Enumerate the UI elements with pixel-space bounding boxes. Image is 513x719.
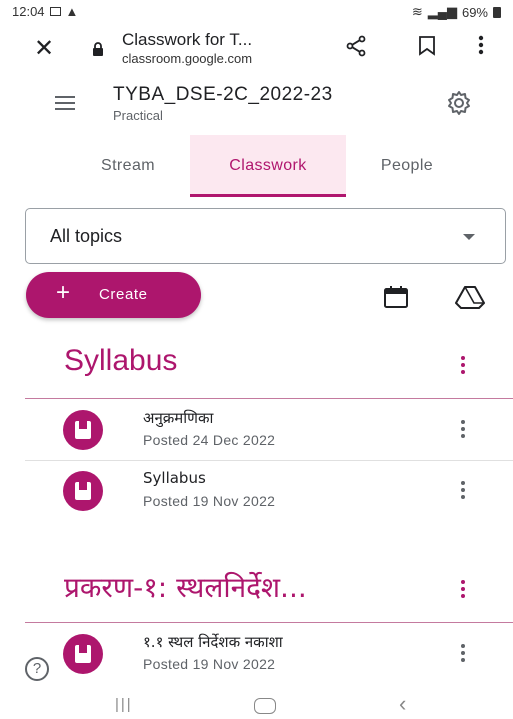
tab-people[interactable]: People (352, 135, 462, 197)
item-title: १.१ स्थल निर्देशक नकाशा (143, 633, 283, 651)
signal-icon: ▂▄▆ (427, 4, 457, 19)
tab-classwork[interactable]: Classwork (190, 135, 346, 197)
material-icon (63, 634, 103, 674)
topic-more-icon[interactable] (461, 356, 465, 377)
gallery-notification-icon (49, 7, 61, 16)
lock-icon (93, 42, 103, 56)
class-name: TYBA_DSE-2C_2022-23 (113, 84, 333, 105)
back-icon[interactable]: ‹ (399, 691, 406, 717)
topic-title-syllabus: Syllabus (64, 344, 178, 377)
list-item-anukramanika[interactable]: अनुक्रमणिका Posted 24 Dec 2022 (0, 400, 513, 460)
share-icon[interactable] (344, 34, 368, 58)
topic-filter-select[interactable]: All topics (25, 208, 506, 264)
item-posted-date: Posted 19 Nov 2022 (143, 656, 276, 672)
section-divider (25, 398, 513, 399)
item-title: Syllabus (143, 469, 206, 487)
google-drive-icon[interactable] (455, 285, 485, 309)
menu-icon[interactable] (55, 96, 75, 114)
plus-icon: + (56, 279, 71, 306)
dropdown-caret-icon (463, 234, 475, 240)
status-bar: 12:04 ▲ ≋ ▂▄▆ 69% (0, 0, 513, 24)
tab-stream[interactable]: Stream (70, 135, 186, 197)
close-icon[interactable]: ✕ (34, 34, 54, 63)
help-icon[interactable]: ? (25, 657, 49, 681)
gear-icon[interactable] (446, 90, 472, 116)
topic-more-icon[interactable] (461, 580, 465, 601)
system-nav-bar: ||| ‹ (0, 688, 513, 719)
material-icon (63, 410, 103, 450)
more-vert-icon[interactable] (478, 34, 484, 56)
url-host: classroom.google.com (122, 51, 253, 66)
create-label: Create (99, 286, 148, 303)
list-item-syllabus[interactable]: Syllabus Posted 19 Nov 2022 (0, 461, 513, 521)
home-icon[interactable] (254, 698, 276, 714)
recent-apps-icon[interactable]: ||| (115, 696, 133, 713)
page-title: Classwork for T... (122, 30, 253, 49)
wifi-icon: ≋ (411, 4, 423, 19)
bookmark-icon[interactable] (418, 36, 436, 56)
item-more-icon[interactable] (461, 481, 465, 502)
clock: 12:04 (12, 4, 45, 19)
item-title: अनुक्रमणिका (143, 409, 214, 427)
browser-toolbar: ✕ Classwork for T... classroom.google.co… (0, 24, 513, 72)
item-posted-date: Posted 24 Dec 2022 (143, 432, 276, 448)
list-item-sthal-nirdeshak-nakasha[interactable]: १.१ स्थल निर्देशक नकाशा Posted 19 Nov 20… (0, 624, 513, 684)
battery-icon (493, 6, 501, 18)
create-button[interactable]: + Create (26, 272, 201, 318)
section-divider (25, 622, 513, 623)
status-right: ≋ ▂▄▆ 69% (412, 4, 501, 20)
battery-level: 69% (461, 4, 488, 20)
class-header: TYBA_DSE-2C_2022-23 Practical (0, 78, 513, 128)
calendar-icon[interactable] (383, 285, 409, 309)
item-more-icon[interactable] (461, 420, 465, 441)
warning-notification-icon: ▲ (65, 4, 79, 19)
tab-bar: Stream Classwork People (0, 135, 513, 197)
class-section: Practical (113, 108, 163, 123)
item-posted-date: Posted 19 Nov 2022 (143, 493, 276, 509)
status-left: 12:04 ▲ (12, 4, 78, 19)
material-icon (63, 471, 103, 511)
topic-title-prakaran-1: प्रकरण-१: स्थलनिर्देश... (64, 571, 307, 604)
topic-filter-value: All topics (50, 226, 123, 246)
item-more-icon[interactable] (461, 644, 465, 665)
